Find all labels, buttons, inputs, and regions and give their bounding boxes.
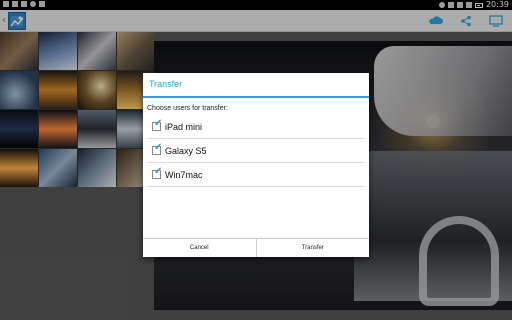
dialog-body: Choose users for transfer: ✔ iPad mini ✔… bbox=[143, 98, 369, 187]
cancel-button[interactable]: Cancel bbox=[143, 239, 256, 257]
checkbox[interactable]: ✔ bbox=[152, 166, 163, 179]
transfer-button[interactable]: Transfer bbox=[255, 239, 370, 257]
checkmark-icon: ✔ bbox=[154, 118, 163, 129]
dialog-title: Transfer bbox=[149, 79, 183, 89]
user-label: Win7mac bbox=[165, 169, 203, 180]
checkmark-icon: ✔ bbox=[154, 166, 163, 177]
checkbox[interactable]: ✔ bbox=[152, 118, 163, 131]
checkmark-icon: ✔ bbox=[154, 142, 163, 153]
checkbox[interactable]: ✔ bbox=[152, 142, 163, 155]
user-option-win7mac[interactable]: ✔ Win7mac bbox=[147, 163, 365, 187]
user-label: iPad mini bbox=[165, 121, 203, 132]
user-option-galaxy-s5[interactable]: ✔ Galaxy S5 bbox=[147, 139, 365, 163]
transfer-dialog: Transfer Choose users for transfer: ✔ iP… bbox=[143, 73, 369, 257]
dialog-subtitle: Choose users for transfer: bbox=[147, 105, 228, 112]
user-label: Galaxy S5 bbox=[165, 145, 207, 156]
screen: 20:39 ‹ Transfer Choose users for transf… bbox=[0, 0, 512, 320]
dialog-actions: Cancel Transfer bbox=[143, 238, 369, 257]
user-option-ipad-mini[interactable]: ✔ iPad mini bbox=[147, 115, 365, 139]
